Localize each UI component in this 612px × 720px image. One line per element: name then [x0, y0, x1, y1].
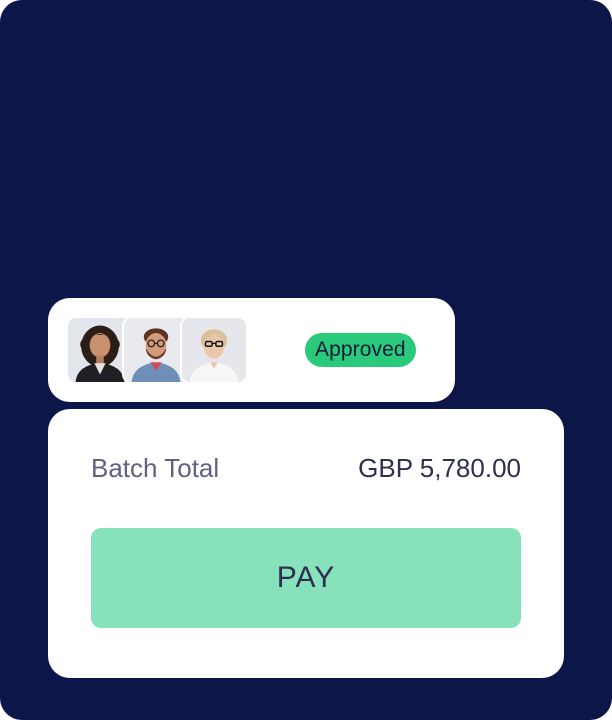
woman-blonde-glasses-avatar-icon	[182, 318, 246, 382]
pay-button[interactable]: PAY	[91, 528, 521, 628]
batch-total-label: Batch Total	[91, 453, 220, 483]
avatar[interactable]	[180, 316, 248, 384]
batch-total-card: Batch Total GBP 5,780.00 PAY	[48, 409, 564, 678]
batch-total-amount: GBP 5,780.00	[358, 453, 521, 483]
approvers-card: Approved	[48, 298, 455, 402]
background-panel: Approved Batch Total GBP 5,780.00 PAY	[0, 0, 612, 720]
status-badge: Approved	[305, 333, 416, 367]
man-beard-glasses-avatar-icon	[124, 318, 188, 382]
